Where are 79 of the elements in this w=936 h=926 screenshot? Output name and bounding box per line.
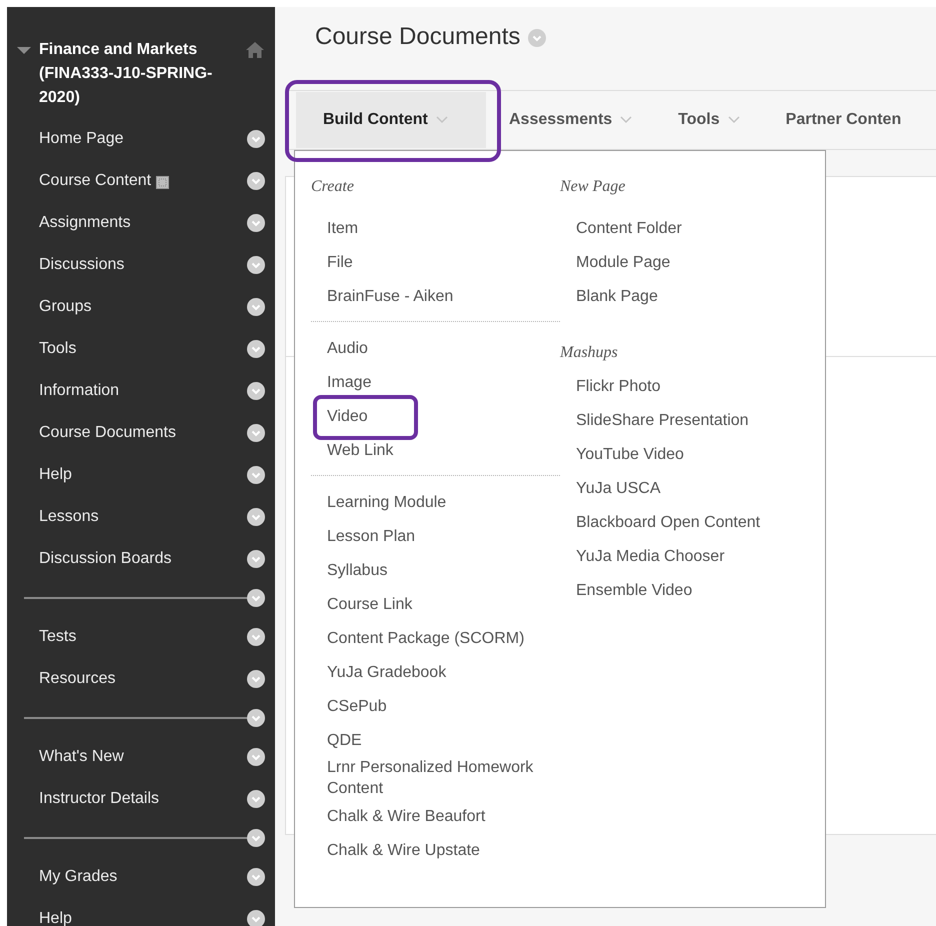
sidebar-link[interactable]: Assignments [39, 211, 131, 235]
menu-item[interactable]: Item [327, 218, 549, 238]
sidebar-link[interactable]: My Grades [39, 865, 118, 889]
menu-tab[interactable]: Assessments [486, 92, 656, 148]
menu-item[interactable]: Image [327, 372, 549, 392]
sidebar-link[interactable]: Groups [39, 295, 92, 319]
menu-item[interactable]: Learning Module [327, 492, 549, 512]
chevron-circle-icon[interactable] [247, 748, 265, 766]
chevron-circle-icon[interactable] [247, 829, 265, 847]
sidebar-link[interactable]: Course Documents [39, 421, 176, 445]
menu-tab[interactable]: Tools [655, 92, 763, 148]
menu-tab[interactable]: Partner Conten [762, 92, 924, 148]
chevron-circle-icon[interactable] [247, 508, 265, 526]
menu-item[interactable]: SlideShare Presentation [576, 410, 798, 430]
menu-item[interactable]: Content Package (SCORM) [327, 628, 549, 648]
page-title: Course Documents [315, 22, 520, 52]
menu-item[interactable]: Ensemble Video [576, 580, 798, 600]
chevron-circle-icon[interactable] [247, 340, 265, 358]
chevron-circle-icon[interactable] [247, 298, 265, 316]
menu-item[interactable]: Syllabus [327, 560, 549, 580]
menu-item[interactable]: Audio [327, 338, 549, 358]
sidebar-link[interactable]: Help [39, 907, 72, 926]
sidebar-link[interactable]: Lessons [39, 505, 99, 529]
menu-item[interactable]: BrainFuse - Aiken [327, 286, 549, 306]
menu-item[interactable]: Web Link [327, 440, 549, 460]
sidebar-link[interactable]: Home Page [39, 127, 124, 151]
chevron-circle-icon[interactable] [247, 589, 265, 607]
menu-item[interactable]: Chalk & Wire Beaufort [327, 806, 549, 826]
chevron-circle-icon[interactable] [247, 550, 265, 568]
menu-item[interactable]: YuJa Media Chooser [576, 546, 798, 566]
chevron-circle-icon[interactable] [247, 466, 265, 484]
menu-item[interactable]: Flickr Photo [576, 376, 798, 396]
menu-heading: Create [311, 177, 355, 197]
menu-item[interactable]: CSePub [327, 696, 549, 716]
menu-item[interactable]: YuJa USCA [576, 478, 798, 498]
menu-item[interactable]: Lesson Plan [327, 526, 549, 546]
page-icon [156, 176, 170, 188]
menu-heading: New Page [560, 177, 626, 197]
home-icon[interactable] [246, 42, 264, 58]
menu-item[interactable]: QDE [327, 730, 549, 750]
sidebar-link[interactable]: Help [39, 463, 72, 487]
course-title[interactable]: Finance and Markets (FINA333-J10-SPRING-2020) [39, 38, 235, 110]
chevron-circle-icon[interactable] [247, 670, 265, 688]
menu-item[interactable]: YuJa Gradebook [327, 662, 549, 682]
chevron-down-icon [620, 116, 632, 124]
sidebar-link[interactable]: Tools [39, 337, 76, 361]
chevron-circle-icon[interactable] [247, 790, 265, 808]
menu-item[interactable]: Lrnr Personalized Homework Content [327, 757, 549, 799]
menu-item[interactable]: Blackboard Open Content [576, 512, 798, 532]
chevron-down-icon [436, 116, 448, 124]
menu-tab[interactable]: Build Content [296, 92, 486, 148]
chevron-circle-icon[interactable] [247, 130, 265, 148]
collapse-triangle-icon[interactable] [17, 47, 31, 54]
menu-item[interactable]: Module Page [576, 252, 798, 272]
chevron-circle-icon[interactable] [247, 424, 265, 442]
menu-heading: Mashups [560, 343, 619, 363]
chevron-circle-icon[interactable] [247, 172, 265, 190]
sidebar-link[interactable]: Tests [39, 625, 76, 649]
sidebar-link[interactable]: Discussion Boards [39, 547, 172, 571]
chevron-circle-icon[interactable] [247, 868, 265, 886]
chevron-circle-icon[interactable] [247, 382, 265, 400]
sidebar-link[interactable]: Information [39, 379, 120, 403]
menu-item[interactable]: Chalk & Wire Upstate [327, 840, 549, 860]
chevron-circle-icon[interactable] [247, 214, 265, 232]
menu-item[interactable]: Content Folder [576, 218, 798, 238]
sidebar-link[interactable]: Instructor Details [39, 787, 160, 811]
sidebar-link[interactable]: Discussions [39, 253, 124, 277]
sidebar-link[interactable]: What's New [39, 745, 124, 769]
menu-item[interactable]: File [327, 252, 549, 272]
chevron-circle-icon[interactable] [247, 709, 265, 727]
chevron-circle-icon[interactable] [247, 628, 265, 646]
menu-item[interactable]: Course Link [327, 594, 549, 614]
sidebar-link[interactable]: Course Content [39, 169, 152, 193]
sidebar-link[interactable]: Resources [39, 667, 116, 691]
chevron-circle-icon[interactable] [247, 256, 265, 274]
menu-item[interactable]: Video [327, 406, 549, 426]
chevron-down-icon [728, 116, 740, 124]
menu-item[interactable]: YouTube Video [576, 444, 798, 464]
menu-item[interactable]: Blank Page [576, 286, 798, 306]
